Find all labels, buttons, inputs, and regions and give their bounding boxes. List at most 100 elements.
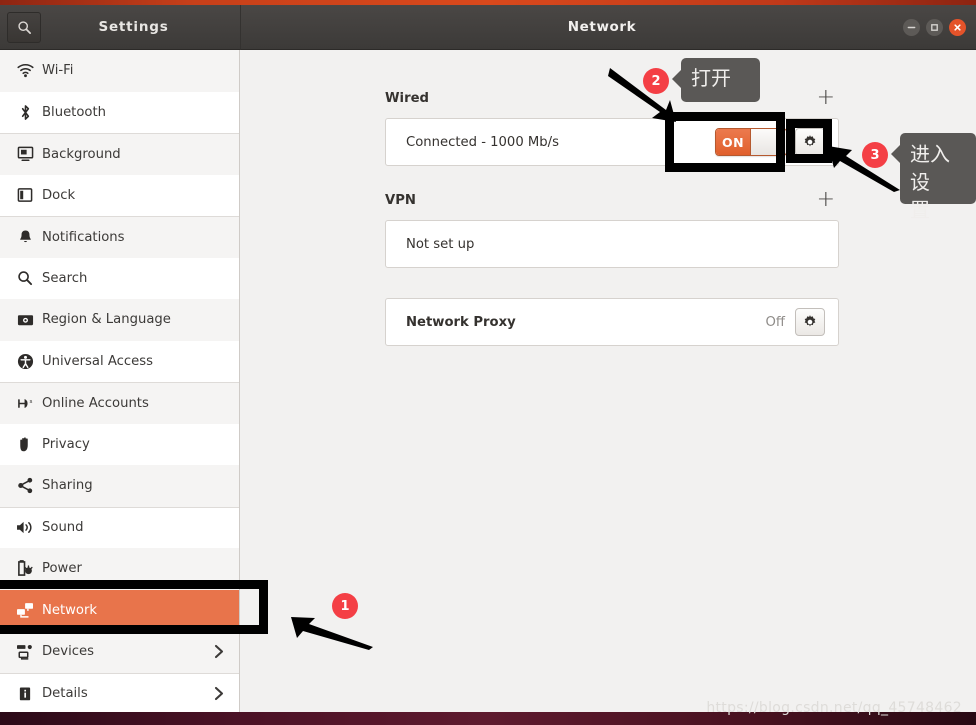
vpn-section: VPN + Not set up <box>385 189 839 268</box>
sharing-icon <box>12 477 38 494</box>
vpn-section-header: VPN + <box>385 189 839 211</box>
bell-icon <box>12 229 38 245</box>
sidebar-item-details[interactable]: Details <box>0 672 239 712</box>
settings-window: Settings Network Wi-Fi Bluetooth Backgro… <box>0 5 976 712</box>
wired-toggle-state: ON <box>716 129 750 155</box>
page-title: Network <box>567 19 637 35</box>
sidebar-item-bluetooth[interactable]: Bluetooth <box>0 91 239 133</box>
settings-sidebar: Wi-Fi Bluetooth Background Dock Notifica… <box>0 50 240 712</box>
sidebar-item-label: Online Accounts <box>42 395 149 411</box>
sound-icon <box>12 520 38 535</box>
search-icon <box>12 270 38 286</box>
sidebar-item-wi-fi[interactable]: Wi-Fi <box>0 50 239 92</box>
vpn-title: VPN <box>385 192 416 208</box>
add-wired-button[interactable]: + <box>813 87 839 109</box>
sidebar-item-sound[interactable]: Sound <box>0 506 239 548</box>
devices-icon <box>12 644 38 660</box>
proxy-title: Network Proxy <box>406 314 516 330</box>
sidebar-item-label: Region & Language <box>42 312 171 328</box>
sidebar-item-network[interactable]: Network <box>0 589 239 631</box>
power-battery-icon <box>12 560 38 577</box>
sidebar-item-label: Bluetooth <box>42 104 107 120</box>
header-bar: Settings Network <box>0 5 976 50</box>
wired-title: Wired <box>385 90 429 106</box>
network-icon <box>12 602 38 618</box>
settings-title: Settings <box>98 19 169 35</box>
details-info-icon <box>12 686 38 702</box>
chevron-right-icon <box>214 686 225 701</box>
wired-status-label: Connected - 1000 Mb/s <box>406 134 559 150</box>
maximize-icon <box>930 23 939 32</box>
svg-text:s: s <box>29 399 32 405</box>
tooltip-enter-settings: 进入设 置 <box>891 133 976 222</box>
sidebar-item-sharing[interactable]: Sharing <box>0 465 239 507</box>
gear-icon <box>802 314 818 330</box>
dock-icon <box>12 187 38 203</box>
annotation-badge-1: 1 <box>332 593 358 619</box>
annotation-badge-2: 2 <box>643 68 669 94</box>
proxy-settings-button[interactable] <box>795 308 825 336</box>
sidebar-item-label: Sound <box>42 520 84 536</box>
sidebar-item-label: Dock <box>42 187 76 203</box>
maximize-button[interactable] <box>926 18 943 36</box>
annotation-badge-3: 3 <box>862 142 888 168</box>
sidebar-item-power[interactable]: Power <box>0 548 239 590</box>
sidebar-item-privacy[interactable]: Privacy <box>0 423 239 465</box>
sidebar-item-dock[interactable]: Dock <box>0 174 239 216</box>
tooltip-settings-line1: 进入设 <box>910 142 950 194</box>
close-icon <box>953 23 962 32</box>
sidebar-item-label: Power <box>42 561 82 577</box>
window-body: Wi-Fi Bluetooth Background Dock Notifica… <box>0 50 976 712</box>
sidebar-item-notifications[interactable]: Notifications <box>0 216 239 258</box>
region-language-icon <box>12 313 38 327</box>
sidebar-item-label: Notifications <box>42 229 125 245</box>
vpn-row[interactable]: Not set up <box>385 220 839 268</box>
window-controls <box>903 18 976 36</box>
sidebar-item-search[interactable]: Search <box>0 257 239 299</box>
proxy-section: Network Proxy Off <box>385 298 839 346</box>
add-vpn-button[interactable]: + <box>813 189 839 211</box>
sidebar-item-label: Network <box>42 602 98 618</box>
proxy-state-label: Off <box>765 314 785 330</box>
sidebar-item-devices[interactable]: Devices <box>0 631 239 673</box>
sidebar-item-online-accounts[interactable]: s Online Accounts <box>0 382 239 424</box>
search-icon <box>17 20 32 35</box>
sidebar-item-label: Wi-Fi <box>42 63 74 79</box>
sidebar-item-label: Privacy <box>42 436 90 452</box>
sidebar-item-label: Devices <box>42 644 94 660</box>
online-accounts-icon: s <box>12 396 38 411</box>
sidebar-item-label: Sharing <box>42 478 93 494</box>
tooltip-turn-on: 打开 <box>672 58 760 102</box>
sidebar-item-label: Background <box>42 146 121 162</box>
background-icon <box>12 146 38 162</box>
tooltip-settings-line2: 置 <box>910 198 930 222</box>
network-content: Wired + Connected - 1000 Mb/s ON VPN + N… <box>240 50 976 346</box>
bluetooth-icon <box>12 104 38 121</box>
sidebar-item-label: Details <box>42 686 88 702</box>
search-button[interactable] <box>7 11 41 43</box>
close-button[interactable] <box>949 18 966 36</box>
universal-access-icon <box>12 353 38 370</box>
sidebar-item-region-language[interactable]: Region & Language <box>0 299 239 341</box>
main-header: Network <box>240 5 976 50</box>
wired-section-header: Wired + <box>385 87 839 109</box>
watermark-text: https://blog.csdn.net/qq_45748462 <box>706 700 962 716</box>
wifi-icon <box>12 63 38 78</box>
sidebar-item-label: Search <box>42 270 88 286</box>
sidebar-item-background[interactable]: Background <box>0 133 239 175</box>
privacy-hand-icon <box>12 436 38 453</box>
wired-connection-row[interactable]: Connected - 1000 Mb/s ON <box>385 118 839 166</box>
sidebar-header: Settings <box>0 5 240 50</box>
wired-section: Wired + Connected - 1000 Mb/s ON <box>385 87 839 166</box>
network-proxy-row[interactable]: Network Proxy Off <box>385 298 839 346</box>
vpn-status-label: Not set up <box>406 236 475 252</box>
wired-settings-button[interactable] <box>795 128 825 156</box>
wired-toggle-knob <box>750 129 786 155</box>
sidebar-item-universal-access[interactable]: Universal Access <box>0 340 239 382</box>
minimize-button[interactable] <box>903 18 920 36</box>
wired-toggle[interactable]: ON <box>715 128 787 156</box>
sidebar-item-label: Universal Access <box>42 353 153 369</box>
minimize-icon <box>907 23 916 32</box>
